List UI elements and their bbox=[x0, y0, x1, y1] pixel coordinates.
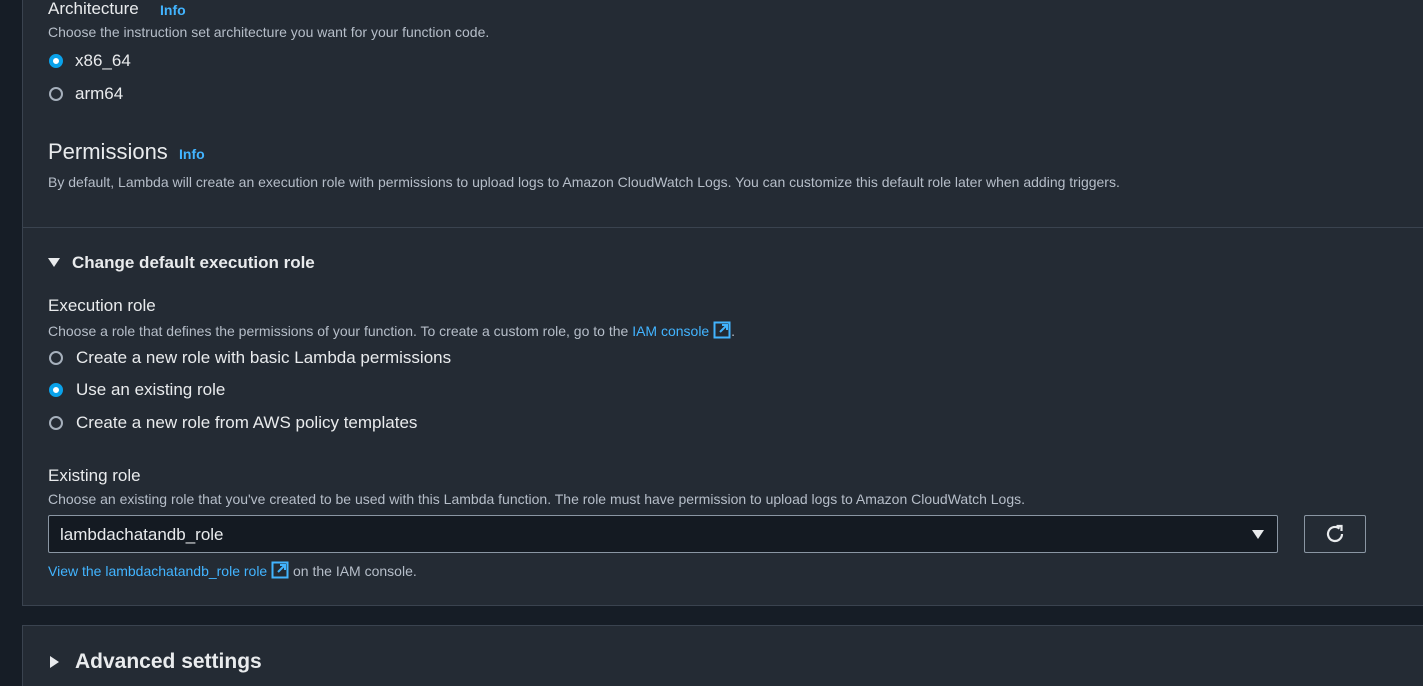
existing-role-description: Choose an existing role that you've crea… bbox=[48, 491, 1026, 507]
external-link-icon[interactable] bbox=[713, 321, 731, 339]
left-gutter bbox=[0, 0, 22, 667]
refresh-icon bbox=[1326, 524, 1344, 543]
change-role-toggle[interactable]: Change default execution role bbox=[72, 253, 315, 273]
view-role-link[interactable]: View the lambdachatandb_role role bbox=[48, 563, 267, 579]
execution-role-description-end: . bbox=[731, 323, 736, 339]
execution-role-description-text: Choose a role that defines the permissio… bbox=[48, 323, 629, 339]
radio-policy-templates-label[interactable]: Create a new role from AWS policy templa… bbox=[76, 413, 417, 433]
architecture-title: Architecture bbox=[48, 0, 139, 18]
radio-existing-role[interactable] bbox=[49, 383, 63, 397]
view-role-line: View the lambdachatandb_role role on the… bbox=[48, 561, 417, 579]
refresh-roles-button[interactable] bbox=[1304, 515, 1366, 553]
iam-console-link[interactable]: IAM console bbox=[632, 323, 709, 339]
execution-role-description: Choose a role that defines the permissio… bbox=[48, 321, 735, 339]
existing-role-select[interactable]: lambdachatandb_role bbox=[48, 515, 1278, 553]
dropdown-caret-icon bbox=[1252, 530, 1264, 539]
radio-x86-64-label[interactable]: x86_64 bbox=[75, 51, 131, 71]
radio-new-basic-role[interactable] bbox=[49, 351, 63, 365]
radio-new-basic-role-label[interactable]: Create a new role with basic Lambda perm… bbox=[76, 348, 451, 368]
advanced-settings-toggle[interactable]: Advanced settings bbox=[75, 650, 262, 674]
section-divider bbox=[23, 227, 1423, 228]
architecture-description: Choose the instruction set architecture … bbox=[48, 24, 490, 40]
view-role-suffix: on the IAM console. bbox=[293, 563, 417, 579]
radio-arm64-label[interactable]: arm64 bbox=[75, 84, 123, 104]
existing-role-select-value: lambdachatandb_role bbox=[60, 525, 224, 544]
radio-policy-templates[interactable] bbox=[49, 416, 63, 430]
permissions-info-link[interactable]: Info bbox=[179, 146, 205, 162]
caret-down-icon[interactable] bbox=[48, 258, 60, 267]
radio-x86-64[interactable] bbox=[49, 54, 63, 68]
existing-role-label: Existing role bbox=[48, 466, 141, 485]
external-link-icon[interactable] bbox=[271, 561, 289, 579]
permissions-title: Permissions bbox=[48, 139, 168, 164]
execution-role-label: Execution role bbox=[48, 296, 156, 315]
radio-arm64[interactable] bbox=[49, 87, 63, 101]
architecture-info-link[interactable]: Info bbox=[160, 2, 186, 18]
radio-existing-role-label[interactable]: Use an existing role bbox=[76, 380, 225, 400]
caret-right-icon[interactable] bbox=[50, 656, 59, 668]
permissions-description: By default, Lambda will create an execut… bbox=[48, 174, 1120, 190]
